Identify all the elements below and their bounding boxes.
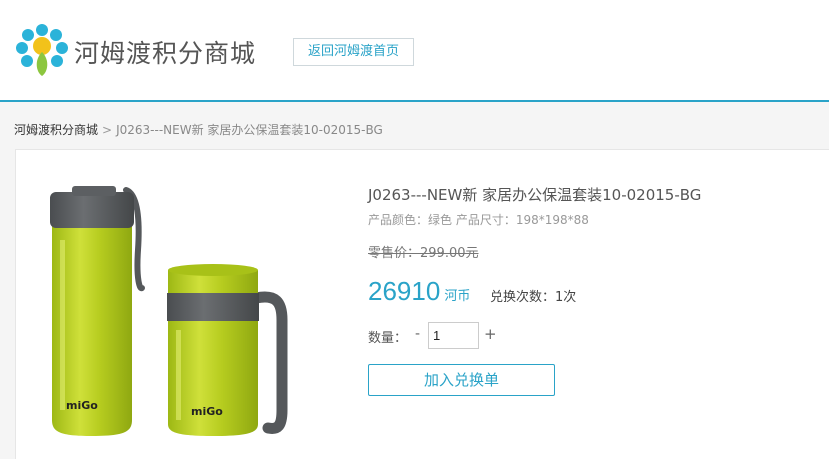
- product-detail-card: miGo miGo J0263---NEW新 家居办公保温套装10-02015-…: [15, 149, 829, 459]
- site-header: 河姆渡积分商城 返回河姆渡首页: [0, 0, 829, 102]
- product-brand-mark: miGo: [66, 399, 98, 412]
- quantity-input[interactable]: [428, 322, 479, 349]
- breadcrumb-current: J0263---NEW新 家居办公保温套装10-02015-BG: [116, 123, 383, 137]
- peacock-logo-icon[interactable]: [14, 22, 70, 78]
- breadcrumb-separator: >: [102, 123, 113, 137]
- product-title: J0263---NEW新 家居办公保温套装10-02015-BG: [368, 186, 702, 204]
- product-attributes: 产品颜色：绿色 产品尺寸：198*198*88: [368, 213, 589, 227]
- back-to-home-button[interactable]: 返回河姆渡首页: [293, 38, 414, 66]
- site-title: 河姆渡积分商城: [74, 39, 257, 68]
- points-price: 26910 河币: [368, 276, 470, 307]
- breadcrumb: 河姆渡积分商城 > J0263---NEW新 家居办公保温套装10-02015-BG: [14, 121, 383, 138]
- mug-brand-mark: miGo: [191, 405, 223, 418]
- retail-price: 零售价：299.00元: [368, 246, 479, 261]
- quantity-label: 数量：: [368, 331, 408, 346]
- exchange-limit: 兑换次数：1次: [490, 290, 577, 305]
- add-to-exchange-list-button[interactable]: 加入兑换单: [368, 364, 555, 396]
- quantity-decrease-button[interactable]: -: [415, 326, 420, 342]
- price-unit: 河币: [444, 289, 471, 304]
- breadcrumb-home-link[interactable]: 河姆渡积分商城: [14, 123, 98, 137]
- quantity-increase-button[interactable]: +: [484, 325, 497, 343]
- price-amount: 26910: [368, 276, 441, 306]
